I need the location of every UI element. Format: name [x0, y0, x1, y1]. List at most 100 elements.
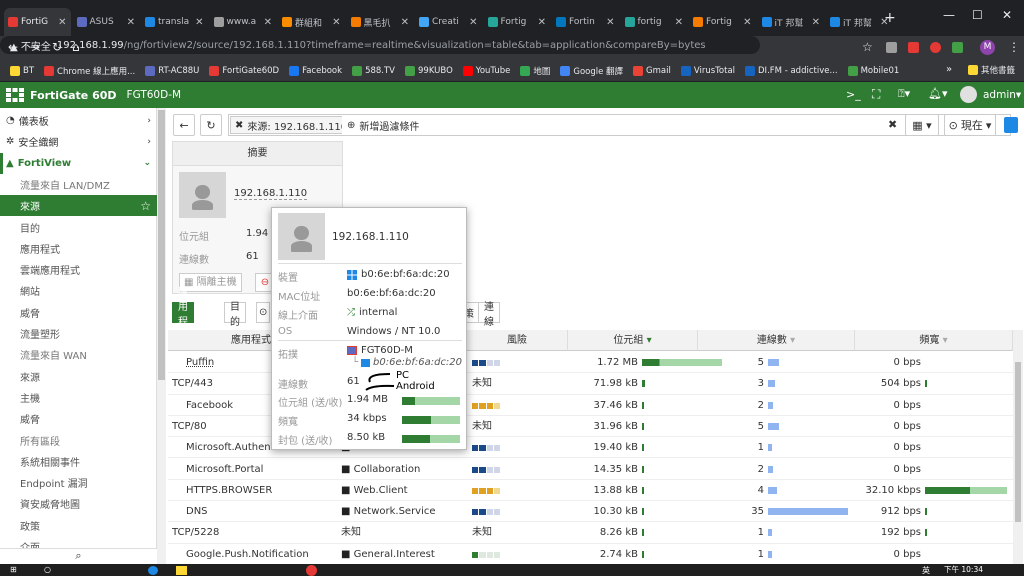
bookmark-item[interactable]: BT [10, 65, 34, 76]
extension-icon[interactable] [930, 42, 941, 53]
bookmark-item[interactable]: Google 翻譯 [560, 65, 623, 77]
browser-tab[interactable]: Fortig ✕ [484, 8, 551, 36]
browser-tab[interactable]: Creati ✕ [415, 8, 482, 36]
close-tab-icon[interactable]: ✕ [127, 17, 135, 28]
extension-icon[interactable] [952, 42, 963, 53]
bookmark-item[interactable]: DI.FM - addictive... [745, 65, 838, 76]
browser-tab[interactable]: iT 邦幫 ✕ [826, 8, 893, 36]
edge-icon[interactable] [148, 566, 158, 575]
extension-icon[interactable] [908, 42, 919, 53]
bookmark-item[interactable]: 地圖 [520, 65, 550, 77]
clear-filter-icon[interactable]: ✖ [888, 118, 897, 131]
search-icon[interactable]: ⌕ [75, 549, 81, 562]
close-tab-icon[interactable]: ✕ [606, 17, 614, 28]
bookmark-star-icon[interactable]: ☆ [862, 40, 873, 54]
sidebar-item[interactable]: 威脅 [0, 408, 157, 429]
sidebar-item[interactable]: 目的 [0, 217, 157, 238]
browser-tab[interactable]: Fortig ✕ [689, 8, 756, 36]
sidebar-item[interactable]: ◔ 儀表板 › [0, 110, 157, 131]
extension-icon[interactable] [886, 42, 897, 53]
close-tab-icon[interactable]: ✕ [675, 17, 683, 28]
bookmark-item[interactable]: Mobile01 [847, 65, 899, 76]
search-icon[interactable]: ○ [44, 565, 51, 574]
address-bar[interactable]: ▲ 不安全 192.168.1.99/ng/fortiview2/source/… [0, 36, 760, 54]
column-header[interactable]: 連線數 ▾ [698, 330, 855, 351]
sidebar-item[interactable]: ✲ 安全織網 › [0, 131, 157, 152]
table-row[interactable]: HTTPS.BROWSER ■ Web.Client 13.88 kB 4 32.10 … [168, 480, 1013, 502]
sidebar-item[interactable]: 威脅 [0, 302, 157, 323]
browser-tab[interactable]: iT 邦幫 ✕ [758, 8, 825, 36]
sidebar-item[interactable]: 來源 ☆ [0, 195, 157, 217]
tab-destinations[interactable]: 目的 [224, 302, 246, 328]
sidebar-item[interactable]: 政策 [0, 515, 157, 536]
bookmark-item[interactable]: Facebook [289, 65, 342, 76]
sidebar-item[interactable]: 雲端應用程式 [0, 259, 157, 280]
close-tab-icon[interactable]: ✕ [743, 17, 751, 28]
close-tab-icon[interactable]: ✕ [332, 17, 340, 28]
help-icon[interactable]: ⍰▾ [898, 87, 910, 101]
export-icon[interactable] [1004, 117, 1018, 133]
back-button[interactable]: ← [173, 114, 195, 136]
explorer-icon[interactable] [176, 566, 187, 575]
close-window-button[interactable]: ✕ [1002, 8, 1012, 22]
table-scrollbar[interactable] [1013, 330, 1023, 564]
refresh-button[interactable]: ↻ [200, 114, 222, 136]
bookmark-item[interactable]: RT-AC88U [145, 65, 199, 76]
tab-applications[interactable]: 應用程式 [172, 287, 194, 343]
home-icon[interactable]: ⌂ [72, 40, 80, 54]
column-header[interactable]: 位元組 ▾ [568, 330, 698, 351]
browser-tab[interactable]: 黑毛扒 ✕ [347, 8, 414, 36]
column-header[interactable]: 風險 [467, 330, 568, 351]
reload-icon[interactable]: ↻ [52, 40, 62, 54]
summary-ip[interactable]: 192.168.1.110 [234, 188, 308, 200]
fortigate-logo[interactable]: FortiGate 60D [6, 88, 117, 102]
minimize-button[interactable]: — [943, 8, 955, 22]
bookmark-item[interactable]: YouTube [462, 65, 510, 76]
sidebar-item[interactable]: 系統相關事件 [0, 451, 157, 472]
browser-tab[interactable]: transla ✕ [141, 8, 208, 36]
close-tab-icon[interactable]: ✕ [58, 17, 66, 28]
filter-chip-source[interactable]: ✖ 來源: 192.168.1.110 [230, 116, 353, 134]
browser-tab[interactable]: 群組和 ✕ [278, 8, 345, 36]
browser-tab[interactable]: www.a ✕ [210, 8, 277, 36]
bookmark-item[interactable]: 99KUBO [405, 65, 453, 76]
sidebar-scrollbar[interactable] [157, 108, 166, 564]
close-tab-icon[interactable]: ✕ [195, 17, 203, 28]
start-icon[interactable]: ⊞ [10, 565, 17, 574]
notification-icon[interactable]: 🔔︎▾ [928, 87, 948, 100]
time-range-button[interactable]: ⊙ 現在 ▾ [944, 114, 996, 136]
bookmark-item[interactable]: 588.TV [352, 65, 395, 76]
admin-menu[interactable]: admin▾ [983, 89, 1021, 101]
view-toggle-button[interactable]: ▦ ▾ [905, 114, 939, 136]
bookmark-item[interactable]: Chrome 線上應用... [44, 65, 135, 77]
browser-tab[interactable]: ASUS ✕ [73, 8, 140, 36]
browser-tab[interactable]: Fortin ✕ [552, 8, 619, 36]
favorite-star-icon[interactable]: ☆ [140, 199, 151, 213]
isolate-host-button[interactable]: ▦ 隔離主機 [179, 273, 242, 292]
bookmarks-more[interactable]: » [946, 64, 952, 75]
tab-threats[interactable]: ⊙ [256, 302, 270, 323]
browser-menu-icon[interactable]: ⋮ [1008, 40, 1020, 54]
close-tab-icon[interactable]: ✕ [469, 17, 477, 28]
clock[interactable]: 下午 10:34 [944, 564, 983, 575]
sidebar-search[interactable]: ⌕ [0, 548, 157, 564]
sidebar-item[interactable]: 主機 [0, 387, 157, 408]
close-tab-icon[interactable]: ✕ [264, 17, 272, 28]
column-header[interactable]: 頻寬 ▾ [855, 330, 1013, 351]
add-filter-button[interactable]: ⊕ 新增過濾條件 [342, 116, 425, 134]
profile-avatar[interactable]: M [980, 40, 995, 55]
forward-icon[interactable]: → [30, 40, 40, 54]
tab-sessions[interactable]: 連線 [478, 302, 500, 328]
bookmark-item[interactable]: FortiGate60D [209, 65, 279, 76]
browser-tab[interactable]: FortiG ✕ [4, 8, 71, 36]
fullscreen-icon[interactable]: ⛶ [872, 87, 880, 102]
sidebar-item[interactable]: Endpoint 漏洞 [0, 472, 157, 493]
ime-indicator[interactable]: 英 [922, 565, 930, 576]
close-tab-icon[interactable]: ✕ [812, 17, 820, 28]
browser-tab[interactable]: fortig ✕ [621, 8, 688, 36]
sidebar-item[interactable]: ▲ FortiView ⌄ [0, 152, 157, 174]
new-tab-button[interactable]: + [884, 10, 896, 26]
sidebar-item[interactable]: 網站 [0, 280, 157, 301]
bookmark-item[interactable]: VirusTotal [680, 65, 735, 76]
table-row[interactable]: DNS ■ Network.Service 10.30 kB 35 912 bps [168, 501, 1013, 523]
